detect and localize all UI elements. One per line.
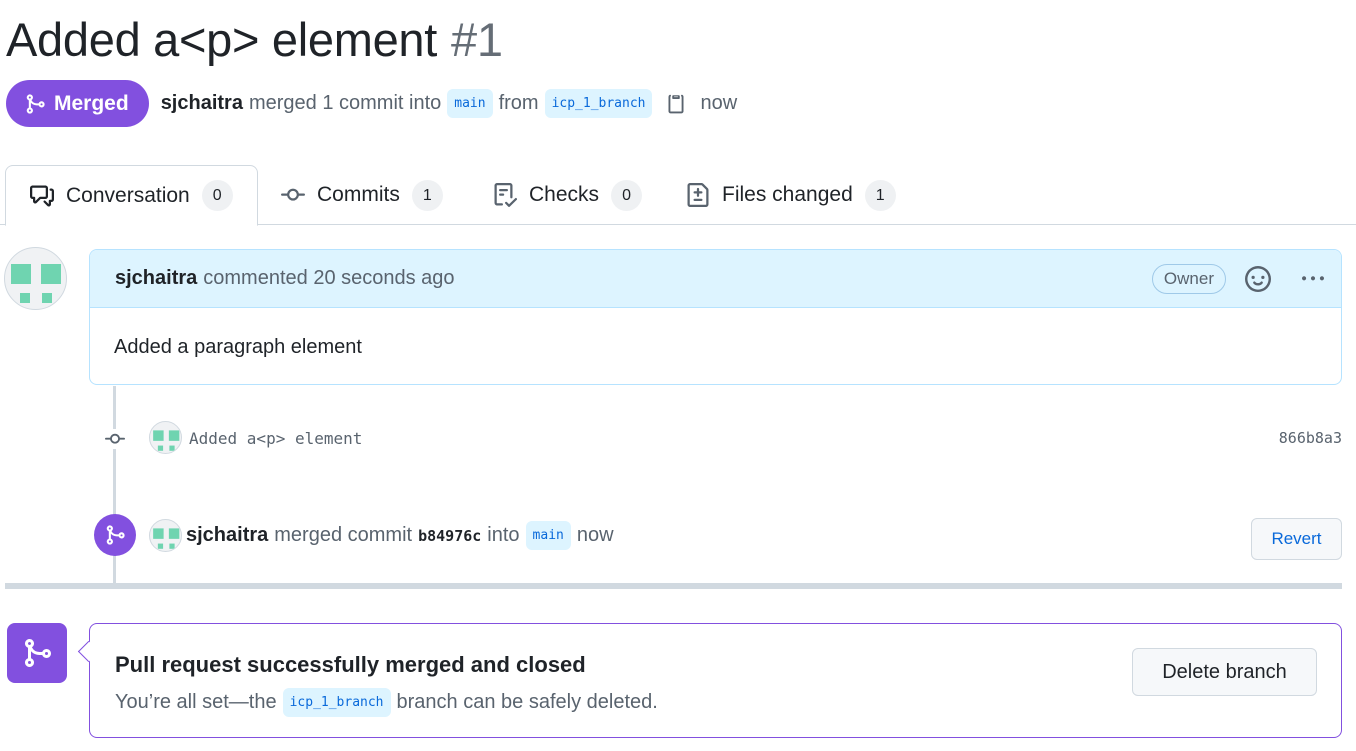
merged-text: merged 1 commit into <box>248 92 442 114</box>
tab-files-changed[interactable]: Files changed 1 <box>686 165 896 225</box>
kebab-horizontal-icon[interactable] <box>1299 268 1327 296</box>
deletable-branch-label: icp_1_branch <box>282 688 391 717</box>
base-branch-label[interactable]: main <box>447 89 493 118</box>
pr-tabs: Conversation 0 Commits 1 Checks 0 Files … <box>0 165 1356 226</box>
comment-header: sjchaitra commented 20 seconds ago Owner <box>90 250 1341 308</box>
avatar[interactable] <box>149 519 182 552</box>
tab-commits-label: Commits <box>317 183 400 206</box>
merge-commit-sha-link[interactable]: b84976c <box>418 527 481 545</box>
merge-time: now <box>700 92 738 114</box>
pr-number: #1 <box>451 13 503 66</box>
tab-checks-count: 0 <box>611 179 643 211</box>
merge-status-sub-after: branch can be safely deleted. <box>396 691 658 713</box>
comment-discussion-icon <box>30 184 54 208</box>
merged-state-badge: Merged <box>6 80 149 127</box>
merge-target-branch[interactable]: main <box>525 521 571 550</box>
git-merge-icon <box>7 623 67 683</box>
tab-commits[interactable]: Commits 1 <box>281 165 443 225</box>
comment-body: Added a paragraph element <box>114 336 362 358</box>
merge-summary: sjchaitra merged 1 commit into main from… <box>161 89 738 118</box>
delete-branch-button[interactable]: Delete branch <box>1132 648 1317 696</box>
smiley-icon[interactable] <box>1245 266 1271 298</box>
revert-button[interactable]: Revert <box>1251 518 1342 560</box>
into-text: into <box>487 524 520 546</box>
pr-title-row: Added a<p> element #1 <box>6 12 503 72</box>
merge-author-link[interactable]: sjchaitra <box>186 524 268 547</box>
timeline-divider <box>5 583 1342 589</box>
head-branch-label[interactable]: icp_1_branch <box>544 89 653 118</box>
merge-event-text: sjchaitra merged commit b84976c into mai… <box>186 521 614 550</box>
tab-files-changed-label: Files changed <box>722 183 853 206</box>
tab-conversation-count: 0 <box>201 180 233 211</box>
tab-conversation-label: Conversation <box>66 183 190 207</box>
commit-sha-link[interactable]: 866b8a3 <box>1279 429 1342 447</box>
comment-author-link[interactable]: sjchaitra <box>115 267 197 290</box>
identicon-avatar <box>11 264 61 303</box>
tab-files-changed-count: 1 <box>864 179 896 211</box>
avatar[interactable] <box>149 421 182 454</box>
git-merge-icon <box>26 93 45 114</box>
merged-state-label: Merged <box>54 91 129 115</box>
tab-checks[interactable]: Checks 0 <box>493 165 643 225</box>
pr-author-link[interactable]: sjchaitra <box>161 92 243 115</box>
merge-status-box: Pull request successfully merged and clo… <box>89 623 1342 738</box>
tab-checks-label: Checks <box>529 183 600 206</box>
commit-message-link[interactable]: Added a<p> element <box>189 429 362 448</box>
timeline-commit-row: Added a<p> element 866b8a3 <box>100 420 1342 458</box>
pr-meta-row: Merged sjchaitra merged 1 commit into ma… <box>6 80 737 127</box>
owner-badge: Owner <box>1151 264 1226 294</box>
file-diff-icon <box>686 183 710 207</box>
merge-status-subtitle: You’re all set—the icp_1_branch branch c… <box>115 688 658 717</box>
pr-title: Added a<p> element <box>6 13 438 66</box>
comment-box: sjchaitra commented 20 seconds ago Owner… <box>89 249 1342 385</box>
merge-status-sub-before: You’re all set—the <box>115 691 277 713</box>
merge-event-label: merged commit <box>274 524 413 546</box>
tab-commits-count: 1 <box>411 179 443 211</box>
git-merge-icon <box>94 514 136 556</box>
comment-meta[interactable]: commented 20 seconds ago <box>203 267 454 290</box>
git-commit-icon <box>100 429 130 449</box>
merge-event-time[interactable]: now <box>577 524 614 547</box>
from-text: from <box>498 92 539 114</box>
copy-icon[interactable] <box>666 93 686 115</box>
git-commit-icon <box>281 183 305 207</box>
timeline-merge-event: sjchaitra merged commit b84976c into mai… <box>94 514 1342 560</box>
checklist-icon <box>493 183 517 207</box>
avatar[interactable] <box>4 247 67 310</box>
merge-status-title: Pull request successfully merged and clo… <box>115 652 586 677</box>
tab-conversation[interactable]: Conversation 0 <box>5 165 258 226</box>
